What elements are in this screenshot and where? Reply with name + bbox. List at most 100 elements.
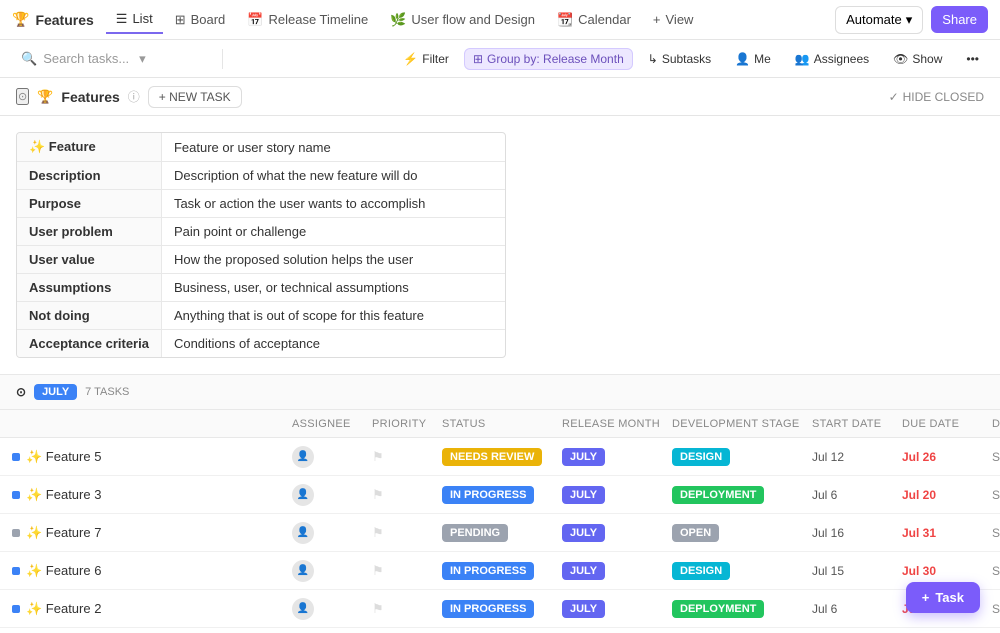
filter-chip[interactable]: ⚡ Filter	[394, 48, 458, 70]
task-row[interactable]: ✨ Feature 4 👤 ⚑ IN PROGRESS JULY TESTING…	[0, 628, 1000, 633]
brand-emoji: 🏆	[12, 11, 29, 28]
nav-right: Automate ▾ Share	[835, 6, 988, 34]
description-cell: Sample description	[988, 602, 1000, 616]
template-field: User value	[17, 246, 161, 274]
group-icon: ⊞	[473, 52, 483, 66]
avatar: 👤	[292, 484, 314, 506]
subtasks-chip[interactable]: ↳ Subtasks	[639, 48, 720, 70]
description-cell: Sample description	[988, 488, 1000, 502]
flag-icon: ⚑	[372, 449, 384, 464]
tab-icon: ⊞	[175, 12, 186, 28]
tab-list[interactable]: ☰List	[106, 6, 163, 34]
tab-release-timeline[interactable]: 📅Release Timeline	[237, 7, 378, 33]
dev-stage-badge: OPEN	[672, 524, 719, 542]
dev-stage-cell: DEPLOYMENT	[668, 600, 808, 618]
me-chip[interactable]: 👤 Me	[726, 48, 780, 70]
template-value: Anything that is out of scope for this f…	[161, 302, 505, 330]
july-task-count: 7 TASKS	[85, 386, 129, 398]
release-month-cell: JULY	[558, 524, 668, 542]
share-button[interactable]: Share	[931, 6, 988, 33]
dev-stage-cell: DEPLOYMENT	[668, 486, 808, 504]
show-chip[interactable]: 👁 Show	[884, 48, 951, 70]
group-by-chip[interactable]: ⊞ Group by: Release Month	[464, 48, 633, 70]
task-name: ✨ Feature 2	[26, 601, 101, 617]
release-month-cell: JULY	[558, 448, 668, 466]
col-start-date: START DATE	[808, 418, 898, 430]
priority-indicator	[12, 453, 20, 461]
filter-icon: ⚡	[403, 52, 418, 66]
tab-icon: 🌿	[390, 12, 406, 28]
assignees-icon: 👥	[795, 52, 810, 66]
template-row: Not doingAnything that is out of scope f…	[17, 302, 505, 330]
subtasks-icon: ↳	[648, 52, 658, 66]
template-row: User valueHow the proposed solution help…	[17, 246, 505, 274]
hide-closed[interactable]: ✓ HIDE CLOSED	[889, 90, 984, 104]
search-box[interactable]: 🔍 Search tasks... ▾	[12, 46, 212, 72]
status-badge: PENDING	[442, 524, 508, 542]
task-fab[interactable]: + Task	[906, 582, 980, 613]
template-row: DescriptionDescription of what the new f…	[17, 162, 505, 190]
plus-icon: +	[922, 590, 930, 605]
tab-label: Board	[191, 12, 226, 27]
collapse-button[interactable]: ⊙	[16, 88, 29, 105]
template-table: ✨ FeatureFeature or user story nameDescr…	[16, 132, 506, 358]
task-row[interactable]: ✨ Feature 2 👤 ⚑ IN PROGRESS JULY DEPLOYM…	[0, 590, 1000, 628]
due-date-cell: Jul 30	[898, 564, 988, 578]
flag-icon: ⚑	[372, 487, 384, 502]
flag-icon: ⚑	[372, 563, 384, 578]
status-cell: IN PROGRESS	[438, 562, 558, 580]
automate-button[interactable]: Automate ▾	[835, 6, 923, 34]
collapse-july-icon[interactable]: ⊙	[16, 385, 26, 399]
status-badge: NEEDS REVIEW	[442, 448, 542, 466]
priority-cell: ⚑	[368, 601, 438, 617]
tab-calendar[interactable]: 📆Calendar	[547, 7, 641, 33]
task-row[interactable]: ✨ Feature 3 👤 ⚑ IN PROGRESS JULY DEPLOYM…	[0, 476, 1000, 514]
template-field: Not doing	[17, 302, 161, 330]
info-icon[interactable]: ⓘ	[128, 88, 140, 105]
priority-indicator	[12, 605, 20, 613]
col-dev-stage: DEVELOPMENT STAGE	[668, 418, 808, 430]
template-value: Business, user, or technical assumptions	[161, 274, 505, 302]
july-group-header: ⊙ JULY 7 TASKS	[0, 374, 1000, 410]
dev-stage-badge: DEPLOYMENT	[672, 600, 764, 618]
status-cell: PENDING	[438, 524, 558, 542]
template-row: PurposeTask or action the user wants to …	[17, 190, 505, 218]
task-row[interactable]: ✨ Feature 5 👤 ⚑ NEEDS REVIEW JULY DESIGN…	[0, 438, 1000, 476]
month-badge: JULY	[562, 600, 605, 618]
assignee-cell: 👤	[288, 560, 368, 582]
task-name-cell: ✨ Feature 3	[8, 487, 288, 503]
start-date-cell: Jul 16	[808, 526, 898, 540]
assignee-cell: 👤	[288, 598, 368, 620]
template-field: Purpose	[17, 190, 161, 218]
july-badge: JULY	[34, 384, 77, 400]
page-title: Features	[61, 89, 119, 105]
priority-cell: ⚑	[368, 563, 438, 579]
tab-icon: +	[653, 12, 661, 27]
tab-view[interactable]: +View	[643, 7, 704, 32]
start-date-cell: Jul 15	[808, 564, 898, 578]
more-icon[interactable]: •••	[957, 48, 988, 70]
task-name: ✨ Feature 3	[26, 487, 101, 503]
col-status: STATUS	[438, 418, 558, 430]
template-row: ✨ FeatureFeature or user story name	[17, 133, 505, 162]
tab-label: User flow and Design	[411, 12, 535, 27]
template-field: Acceptance criteria	[17, 330, 161, 358]
task-row[interactable]: ✨ Feature 7 👤 ⚑ PENDING JULY OPEN Jul 16…	[0, 514, 1000, 552]
task-name-cell: ✨ Feature 7	[8, 525, 288, 541]
new-task-button[interactable]: + NEW TASK	[148, 86, 242, 108]
template-field: User problem	[17, 218, 161, 246]
fab-label: Task	[935, 590, 964, 605]
task-row[interactable]: ✨ Feature 6 👤 ⚑ IN PROGRESS JULY DESIGN …	[0, 552, 1000, 590]
due-date-cell: Jul 31	[898, 526, 988, 540]
template-section: ✨ FeatureFeature or user story nameDescr…	[0, 116, 1000, 374]
template-row: User problemPain point or challenge	[17, 218, 505, 246]
template-value: Conditions of acceptance	[161, 330, 505, 358]
assignees-chip[interactable]: 👥 Assignees	[786, 48, 878, 70]
template-field: Assumptions	[17, 274, 161, 302]
dev-stage-cell: DESIGN	[668, 562, 808, 580]
col-priority: PRIORITY	[368, 418, 438, 430]
description-cell: Sample description	[988, 564, 1000, 578]
tab-user-flow[interactable]: 🌿 User flow and Design	[380, 7, 545, 33]
tab-board[interactable]: ⊞ Board	[165, 7, 236, 33]
flag-icon: ⚑	[372, 525, 384, 540]
